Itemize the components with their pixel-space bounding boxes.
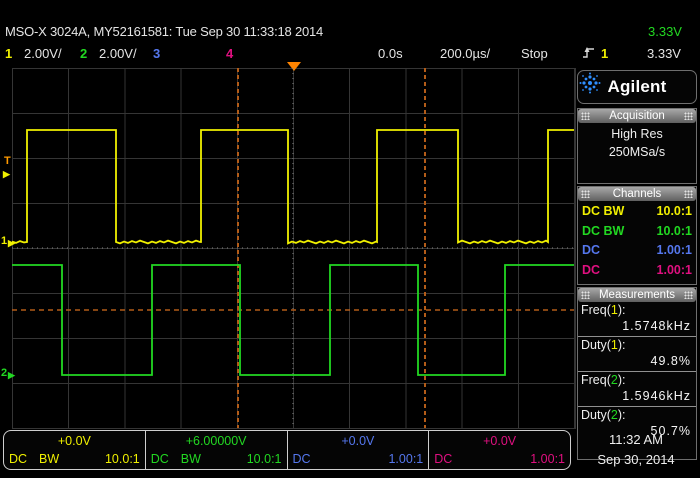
- sample-rate: 250MSa/s: [578, 145, 696, 159]
- ch4-probe-ratio: 1.00:1: [530, 452, 565, 466]
- channel-1-trace: [12, 130, 574, 243]
- ch2-coupling: DC: [151, 452, 169, 466]
- ch4-status-box: +0.0V DC 1.00:1: [428, 431, 570, 469]
- ch1-offset: +0.0V: [4, 434, 145, 448]
- acquisition-panel: Acquisition High Res 250MSa/s: [577, 108, 697, 184]
- ch3-status-box: +0.0V DC 1.00:1: [287, 431, 429, 469]
- ch2-probe-ratio: 10.0:1: [247, 452, 282, 466]
- grip-dots-icon: [684, 190, 693, 198]
- ch3-probe-ratio: 1.00:1: [388, 452, 423, 466]
- oscilloscope-screen: MSO-X 3024A, MY52161581: Tue Sep 30 11:3…: [0, 0, 700, 500]
- ch4-offset: +0.0V: [429, 434, 570, 448]
- ch4-coupling: DC: [434, 452, 452, 466]
- ch2-status-box: +6.00000V DC BW 10.0:1: [145, 431, 287, 469]
- grip-dots-icon: [684, 291, 693, 299]
- grip-dots-icon: [684, 112, 693, 120]
- clock: 11:32 AM Sep 30, 2014: [577, 432, 695, 472]
- bottom-channel-bar: +0.0V DC BW 10.0:1 +6.00000V DC BW 10.0:…: [3, 430, 571, 470]
- ch1-coupling: DC: [9, 452, 27, 466]
- ch1-bw-limit: BW: [39, 452, 59, 466]
- measurement-freq2: Freq(2): 1.5946kHz: [578, 372, 696, 407]
- brand-name: Agilent: [607, 77, 666, 97]
- ch2-bw-limit: BW: [181, 452, 201, 466]
- grip-dots-icon: [581, 291, 590, 299]
- ch2-offset: +6.00000V: [146, 434, 287, 448]
- measurement-freq1: Freq(1): 1.5748kHz: [578, 302, 696, 337]
- agilent-starburst-icon: [578, 71, 602, 95]
- acquisition-header: Acquisition: [578, 109, 696, 123]
- channel-row: DC 1.00:1: [578, 260, 696, 280]
- bottom-margin: [0, 478, 700, 500]
- ch1-status-box: +0.0V DC BW 10.0:1: [4, 431, 145, 469]
- ch3-coupling: DC: [293, 452, 311, 466]
- channel-row: DC 1.00:1: [578, 240, 696, 260]
- grip-dots-icon: [581, 112, 590, 120]
- acquisition-mode: High Res: [578, 127, 696, 141]
- brand-box: Agilent: [577, 70, 697, 104]
- ch1-probe-ratio: 10.0:1: [105, 452, 140, 466]
- current-date: Sep 30, 2014: [577, 452, 695, 467]
- ch3-offset: +0.0V: [288, 434, 429, 448]
- channel-row: DC BW 10.0:1: [578, 221, 696, 241]
- channel-row: DC BW 10.0:1: [578, 201, 696, 221]
- measurement-duty1: Duty(1): 49.8%: [578, 337, 696, 372]
- measurements-header: Measurements: [578, 288, 696, 302]
- channels-panel: Channels DC BW 10.0:1 DC BW 10.0:1 DC 1.…: [577, 186, 697, 285]
- current-time: 11:32 AM: [577, 432, 695, 447]
- channels-header: Channels: [578, 187, 696, 201]
- grip-dots-icon: [581, 190, 590, 198]
